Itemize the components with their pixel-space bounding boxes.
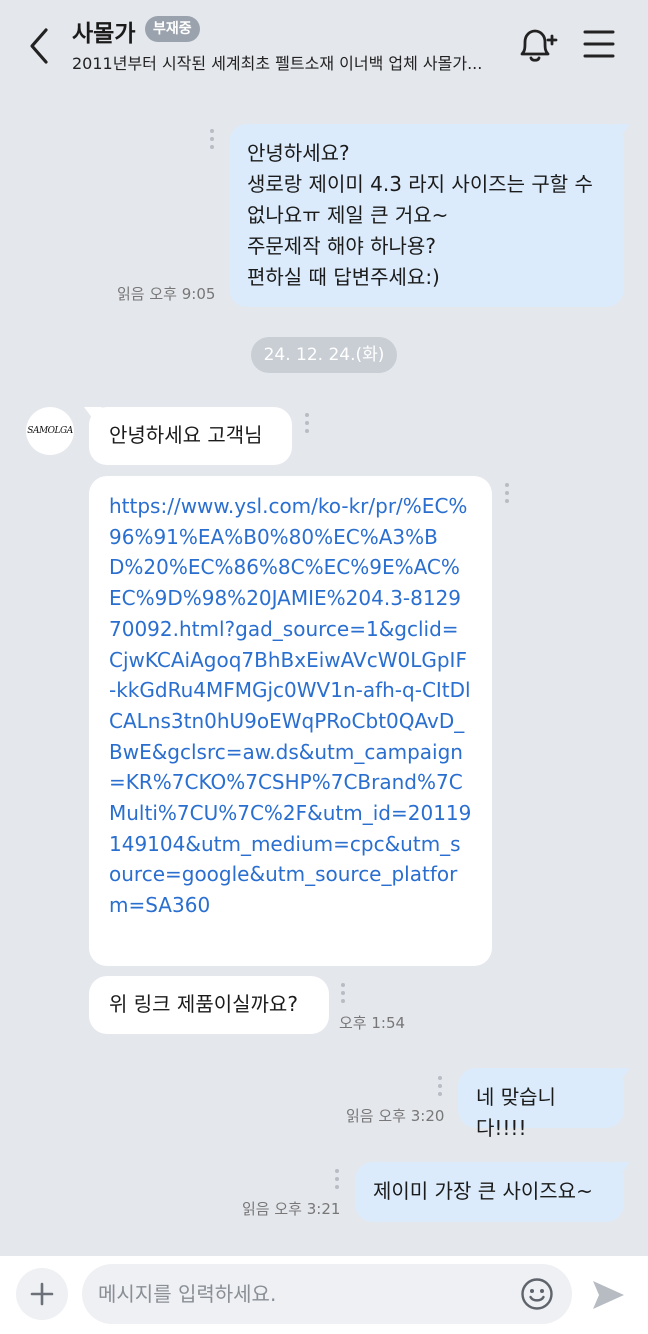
message-meta: 오후 1:54	[339, 1014, 406, 1032]
avatar[interactable]: SAMOLGA	[26, 407, 74, 455]
message-bubble-sent[interactable]: 제이미 가장 큰 사이즈요~	[355, 1162, 624, 1222]
more-options-icon[interactable]	[341, 983, 347, 1003]
more-options-icon[interactable]	[335, 1169, 341, 1189]
bell-plus-icon[interactable]	[514, 24, 558, 72]
message-meta: 읽음 오후 9:05	[117, 285, 216, 303]
message-input[interactable]: 메시지를 입력하세요.	[82, 1264, 572, 1324]
send-icon[interactable]	[590, 1278, 626, 1316]
plus-icon[interactable]	[16, 1268, 68, 1320]
message-bubble-sent[interactable]: 네 맞습니다!!!!	[458, 1068, 624, 1140]
message-meta: 읽음 오후 3:20	[346, 1107, 445, 1125]
date-divider: 24. 12. 24.(화)	[251, 337, 397, 373]
link-message-bubble[interactable]: https://www.ysl.com/ko-kr/pr/%EC%96%91%E…	[89, 476, 492, 966]
message-bubble-received[interactable]: 위 링크 제품이실까요?	[89, 976, 329, 1034]
bubble-tail	[612, 1068, 630, 1084]
bubble-tail	[612, 124, 630, 140]
emoji-icon[interactable]	[520, 1277, 554, 1315]
bubble-tail	[612, 1162, 630, 1178]
message-bubble-sent[interactable]: 안녕하세요? 생로랑 제이미 4.3 라지 사이즈는 구할 수 없나요ㅠ 제일 …	[229, 124, 624, 307]
status-badge: 부재중	[145, 16, 200, 42]
hamburger-menu-icon[interactable]	[582, 24, 616, 68]
more-options-icon[interactable]	[438, 1076, 444, 1096]
more-options-icon[interactable]	[505, 483, 511, 503]
chat-subtitle: 2011년부터 시작된 세계최초 펠트소재 이너백 업체 사몰가...	[72, 54, 483, 73]
message-meta: 읽음 오후 3:21	[242, 1200, 341, 1218]
chat-header: 사몰가 부재중 2011년부터 시작된 세계최초 펠트소재 이너백 업체 사몰가…	[0, 0, 648, 90]
more-options-icon[interactable]	[305, 413, 311, 433]
back-arrow-icon[interactable]	[22, 24, 58, 68]
chat-title[interactable]: 사몰가	[72, 14, 135, 48]
message-bubble-received[interactable]: 안녕하세요 고객님	[89, 407, 292, 465]
more-options-icon[interactable]	[210, 129, 216, 149]
